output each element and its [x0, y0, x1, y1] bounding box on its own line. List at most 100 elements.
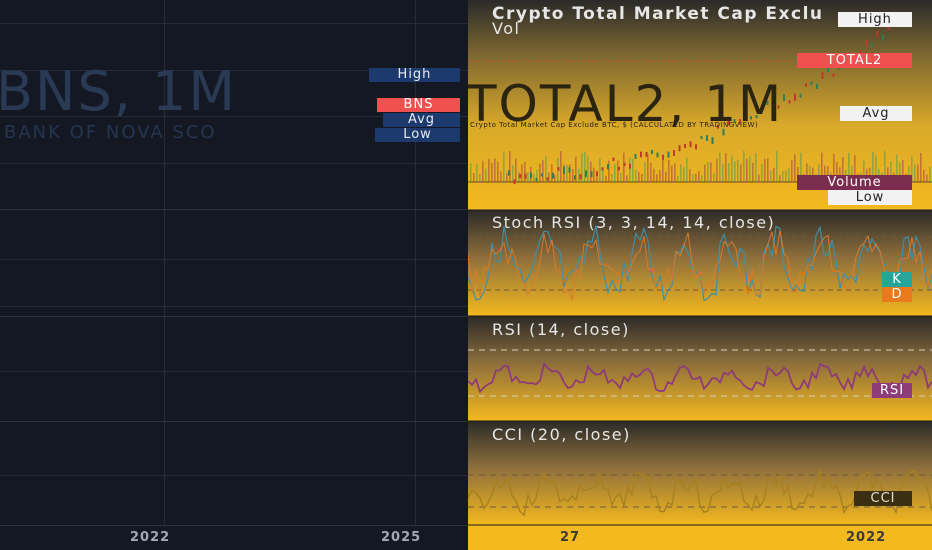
pane-divider [0, 316, 468, 317]
volume-bar [488, 158, 490, 182]
price-candle [684, 143, 686, 149]
rsi-title: RSI (14, close) [492, 320, 630, 339]
volume-bar [521, 164, 523, 182]
chart-title: Crypto Total Market Cap Exclu [492, 4, 824, 24]
rsi-value-tag: RSI [872, 383, 912, 398]
volume-bar [776, 151, 778, 182]
price-candle [623, 162, 626, 167]
volume-bar [626, 175, 628, 182]
time-axis-border [0, 525, 468, 526]
volume-bar [542, 160, 544, 182]
price-candle [607, 164, 609, 170]
symbol-price-tag: BNS [377, 98, 460, 112]
price-candle [706, 135, 708, 141]
price-candle [541, 173, 543, 177]
volume-bar [602, 169, 604, 182]
volume-bar [785, 169, 787, 182]
price-candle [508, 170, 510, 176]
volume-bar [560, 151, 562, 182]
volume-bar [671, 165, 673, 182]
volume-bar [647, 154, 649, 182]
volume-bar [683, 167, 685, 182]
volume-bar [680, 164, 682, 182]
avg-price-tag: Avg [383, 113, 460, 127]
volume-bar [920, 152, 922, 182]
volume-bar [923, 169, 925, 182]
volume-bar [641, 173, 643, 182]
volume-bar [515, 158, 517, 182]
volume-bar [674, 163, 676, 182]
pane-divider [0, 209, 468, 210]
volume-bar [779, 175, 781, 182]
price-candle [695, 144, 697, 150]
price-candle [629, 163, 631, 169]
volume-bar [611, 173, 613, 182]
volume-bar [701, 175, 703, 182]
volume-bar [734, 161, 736, 182]
price-candle [552, 172, 554, 179]
volume-bar [656, 174, 658, 182]
volume-bar [476, 164, 478, 182]
time-axis-label: 2022 [130, 530, 171, 545]
volume-bar [644, 162, 646, 182]
price-candle [656, 152, 659, 158]
stoch-d-tag: D [882, 287, 912, 302]
price-candle [651, 149, 653, 154]
volume-bar [746, 159, 748, 182]
price-candle [821, 72, 824, 80]
volume-bar [716, 158, 718, 182]
grid-hline [0, 475, 468, 476]
volume-bar [917, 164, 919, 182]
volume-bar [584, 151, 586, 182]
price-candle [783, 94, 785, 101]
price-candle [832, 73, 835, 77]
price-candle [585, 170, 587, 178]
stoch-k-tag: K [882, 272, 912, 287]
volume-bar [743, 150, 745, 182]
volume-bar [638, 171, 640, 182]
price-candle [673, 150, 675, 156]
volume-bar [470, 163, 472, 182]
volume-bar [677, 175, 679, 182]
volume-bar [731, 155, 733, 182]
volume-bar [503, 151, 505, 182]
volume-bar [500, 171, 502, 182]
volume-bar [650, 163, 652, 182]
volume-bar [791, 160, 793, 182]
volume-bar [773, 167, 775, 182]
volume-bar [794, 154, 796, 182]
volume-bar [494, 158, 496, 182]
price-candle [568, 167, 571, 173]
price-candle [640, 151, 642, 158]
volume-bar [605, 175, 607, 182]
price-candle [546, 177, 549, 181]
symbol-name-watermark: BANK OF NOVA SCO [4, 122, 217, 143]
volume-bar [491, 163, 493, 182]
volume-bar [914, 164, 916, 182]
grid-hline [0, 23, 468, 24]
left-chart-pane[interactable]: BNS, 1M BANK OF NOVA SCO High BNS Avg Lo… [0, 0, 468, 550]
volume-value-tag: Volume [797, 175, 912, 190]
volume-bar [761, 163, 763, 182]
volume-bar [788, 168, 790, 182]
price-candle [799, 93, 802, 98]
volume-bar [695, 173, 697, 182]
volume-bar [632, 158, 634, 182]
right-chart-pane[interactable]: TOTAL2, 1M Crypto Total Market Cap Exclu… [468, 0, 932, 550]
volume-bar [524, 161, 526, 182]
price-candle [662, 154, 664, 160]
volume-bar [725, 152, 727, 182]
low-price-tag: Low [375, 128, 460, 142]
price-candle [645, 151, 648, 157]
volume-bar [686, 157, 688, 182]
volume-bar [620, 172, 622, 182]
volume-bar [929, 166, 931, 182]
price-candle [612, 157, 615, 161]
volume-bar [728, 163, 730, 182]
volume-bar [692, 173, 694, 182]
volume-bar [668, 159, 670, 182]
volume-bar [767, 158, 769, 182]
volume-bar [749, 156, 751, 182]
price-candle [530, 172, 532, 179]
volume-bar [572, 169, 574, 182]
